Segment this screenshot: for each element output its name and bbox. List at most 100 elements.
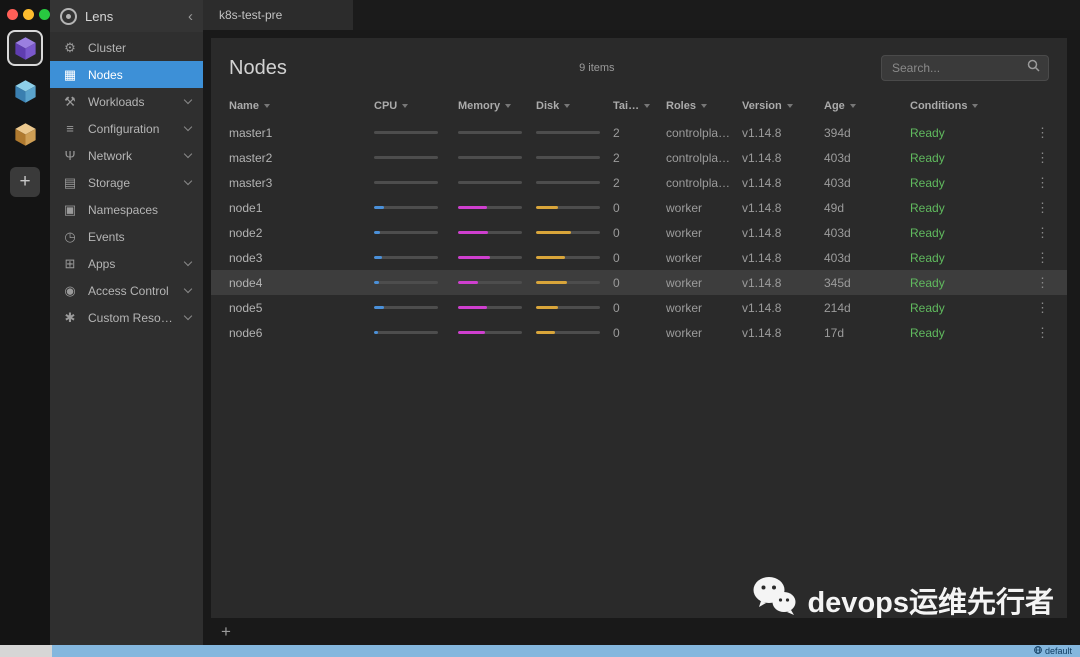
add-cluster-button[interactable]: + (10, 167, 40, 197)
column-header-name[interactable]: Name (229, 100, 374, 112)
table-row[interactable]: node5 0 worker v1.14.8 214d Ready ⋮ (211, 295, 1067, 320)
age-value: 345d (824, 275, 851, 290)
column-header-version[interactable]: Version (742, 100, 824, 112)
table-row[interactable]: master1 2 controlplane… v1.14.8 394d Ready ⋮ (211, 120, 1067, 145)
close-button[interactable] (7, 9, 18, 20)
age-value: 403d (824, 150, 851, 165)
row-menu-button[interactable]: ⋮ (1023, 275, 1049, 291)
cluster-blue-tile[interactable] (7, 73, 43, 109)
sidebar-item-label: Configuration (88, 121, 160, 136)
row-menu-button[interactable]: ⋮ (1023, 150, 1049, 166)
sidebar-item-access-control[interactable]: ◉ Access Control (50, 277, 203, 304)
table-row[interactable]: node6 0 worker v1.14.8 17d Ready ⋮ (211, 320, 1067, 345)
namespace-indicator[interactable]: default (1034, 646, 1080, 656)
sidebar-item-nodes[interactable]: ▦ Nodes (50, 61, 203, 88)
sidebar-item-network[interactable]: Ψ Network (50, 142, 203, 169)
table-row[interactable]: master2 2 controlplane… v1.14.8 403d Ready ⋮ (211, 145, 1067, 170)
search-input[interactable] (890, 60, 1027, 76)
version-value: v1.14.8 (742, 200, 782, 215)
sort-caret-icon (972, 104, 979, 108)
memory-bar-track (458, 131, 522, 134)
memory-bar-track (458, 256, 522, 259)
node-name: node5 (229, 300, 263, 315)
memory-usage-cell (458, 281, 536, 284)
roles-value: worker (666, 325, 703, 340)
disk-bar-fill (536, 306, 559, 309)
memory-bar-track (458, 306, 522, 309)
column-header-conditions[interactable]: Conditions (910, 100, 1023, 112)
cluster-orange-tile[interactable] (7, 116, 43, 152)
condition-badge: Ready (910, 125, 945, 140)
column-header-memory[interactable]: Memory (458, 100, 536, 112)
node-name: node4 (229, 275, 263, 290)
row-menu-button[interactable]: ⋮ (1023, 125, 1049, 141)
sidebar-item-workloads[interactable]: ⚒ Workloads (50, 88, 203, 115)
cpu-usage-cell (374, 181, 458, 184)
column-header-cpu[interactable]: CPU (374, 100, 458, 112)
memory-usage-cell (458, 306, 536, 309)
column-label: Conditions (910, 100, 968, 112)
sidebar-item-apps[interactable]: ⊞ Apps (50, 250, 203, 277)
namespace-label: default (1044, 646, 1072, 656)
chevron-down-icon (183, 257, 193, 267)
page-title: Nodes (229, 56, 287, 79)
column-header-roles[interactable]: Roles (666, 100, 742, 112)
row-menu-button[interactable]: ⋮ (1023, 200, 1049, 216)
node-name: node6 (229, 325, 263, 340)
row-menu-button[interactable]: ⋮ (1023, 250, 1049, 266)
cluster-tiles (7, 30, 43, 159)
cluster-purple-tile[interactable] (7, 30, 43, 66)
table-row[interactable]: node2 0 worker v1.14.8 403d Ready ⋮ (211, 220, 1067, 245)
sidebar-item-events[interactable]: ◷ Events (50, 223, 203, 250)
condition-badge: Ready (910, 250, 945, 265)
column-label: Tai… (613, 100, 640, 112)
cpu-bar-track (374, 231, 438, 234)
table-row[interactable]: master3 2 controlplane… v1.14.8 403d Ready ⋮ (211, 170, 1067, 195)
row-menu-button[interactable]: ⋮ (1023, 175, 1049, 191)
sidebar-item-namespaces[interactable]: ▣ Namespaces (50, 196, 203, 223)
column-header-age[interactable]: Age (824, 100, 910, 112)
taints-value: 0 (613, 225, 620, 240)
collapse-sidebar-icon[interactable]: ‹ (188, 8, 193, 25)
table-row[interactable]: node3 0 worker v1.14.8 403d Ready ⋮ (211, 245, 1067, 270)
memory-bar-track (458, 206, 522, 209)
tab-k8s-test-pre[interactable]: k8s-test-pre (203, 0, 353, 30)
cpu-usage-cell (374, 281, 458, 284)
roles-value: worker (666, 300, 703, 315)
minimize-button[interactable] (23, 9, 34, 20)
row-menu-button[interactable]: ⋮ (1023, 225, 1049, 241)
table-row[interactable]: node1 0 worker v1.14.8 49d Ready ⋮ (211, 195, 1067, 220)
row-menu-button[interactable]: ⋮ (1023, 325, 1049, 341)
workloads-icon: ⚒ (64, 93, 76, 109)
row-menu-button[interactable]: ⋮ (1023, 300, 1049, 316)
column-header-taints[interactable]: Tai… (613, 100, 666, 112)
memory-bar-fill (458, 306, 487, 309)
sidebar-item-custom-resources[interactable]: ✱ Custom Resources (50, 304, 203, 331)
age-value: 403d (824, 250, 851, 265)
sidebar-item-configuration[interactable]: ≡ Configuration (50, 115, 203, 142)
disk-usage-cell (536, 281, 613, 284)
table-row[interactable]: node4 0 worker v1.14.8 345d Ready ⋮ (211, 270, 1067, 295)
sidebar-item-label: Apps (88, 256, 116, 271)
nodes-panel: Nodes 9 items Name CPU Memory Disk Tai… Roles… (211, 38, 1067, 618)
bottom-dock: + (203, 618, 1080, 645)
condition-badge: Ready (910, 225, 945, 240)
condition-badge: Ready (910, 150, 945, 165)
items-count: 9 items (579, 62, 615, 74)
zoom-button[interactable] (39, 9, 50, 20)
sidebar-item-storage[interactable]: ▤ Storage (50, 169, 203, 196)
disk-usage-cell (536, 181, 613, 184)
column-header-disk[interactable]: Disk (536, 100, 613, 112)
column-label: Memory (458, 100, 501, 112)
cpu-bar-track (374, 131, 438, 134)
disk-usage-cell (536, 231, 613, 234)
sidebar-item-label: Workloads (88, 94, 145, 109)
disk-bar-track (536, 331, 600, 334)
sidebar-item-cluster[interactable]: ⚙ Cluster (50, 34, 203, 61)
apps-icon: ⊞ (64, 255, 76, 271)
cpu-bar-fill (374, 331, 378, 334)
new-terminal-tab-button[interactable]: + (221, 622, 231, 642)
sidebar-item-label: Cluster (88, 40, 127, 55)
chevron-down-icon (183, 284, 193, 294)
node-name: master2 (229, 150, 273, 165)
